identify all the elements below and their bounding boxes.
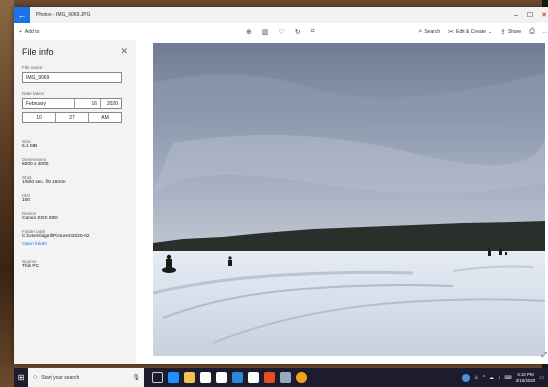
- minute-select[interactable]: 27: [56, 113, 89, 122]
- volume-icon[interactable]: ♪: [498, 375, 501, 381]
- chevron-down-icon: ⌄: [487, 28, 492, 35]
- office-icon[interactable]: [264, 372, 275, 383]
- store-icon[interactable]: [200, 372, 211, 383]
- clock-date: 2/16/2020: [515, 377, 536, 383]
- add-to-label: Add to: [24, 28, 40, 35]
- dimensions-value: 6000 x 4000: [22, 162, 49, 167]
- file-info-panel: File info ✕ File name IMG_9069 Date take…: [14, 40, 136, 364]
- photos-window: ← Photos - IMG_9069.JPG – ☐ ✕ + Add to ⊕…: [14, 7, 548, 364]
- shot-value: 1/500 sec. f/9 18mm: [22, 180, 66, 185]
- crop-icon[interactable]: ⌗: [311, 28, 315, 36]
- panel-header: File info ✕: [22, 46, 128, 57]
- task-view-icon[interactable]: [152, 372, 163, 383]
- back-arrow-icon: ←: [17, 10, 27, 20]
- edit-create-label: Edit & Create: [456, 28, 486, 35]
- notification-icon[interactable]: ▭: [539, 375, 544, 381]
- date-taken-section: Date taken February 16 2020 10 27 AM: [22, 91, 128, 123]
- delete-icon[interactable]: ▥: [262, 28, 269, 36]
- window-controls: – ☐ ✕: [509, 7, 548, 23]
- back-button[interactable]: ←: [14, 7, 30, 23]
- taskbar-search-placeholder: Start your search: [41, 374, 80, 381]
- view-tools: ⊕ ▥ ♡ ↻ ⌗: [246, 23, 315, 40]
- desktop-background: [0, 0, 14, 387]
- action-tools: ⌕ Search ✂ Edit & Create ⌄ ⇪ Share ⎙ ...: [418, 23, 547, 40]
- app-icon[interactable]: [232, 372, 243, 383]
- year-select[interactable]: 2020: [101, 99, 121, 108]
- start-button[interactable]: ⊞: [14, 368, 28, 387]
- microphone-icon[interactable]: 🎙: [132, 374, 140, 381]
- chevron-up-icon[interactable]: ^: [483, 375, 485, 381]
- people-icon[interactable]: ♙: [474, 375, 478, 381]
- keyboard-icon[interactable]: ⌨: [505, 375, 512, 381]
- close-button[interactable]: ✕: [537, 7, 548, 23]
- windows-logo-icon: ⊞: [17, 373, 25, 382]
- day-select[interactable]: 16: [75, 99, 101, 108]
- search-button[interactable]: ⌕ Search: [418, 28, 440, 36]
- minimize-button[interactable]: –: [509, 7, 523, 23]
- size-section: Size 5.1 MB: [22, 139, 128, 149]
- taskbar-search[interactable]: ○ Start your search 🎙: [28, 368, 144, 387]
- folder-section: Folder path C:\Users\sjpril\Pictures\202…: [22, 229, 128, 247]
- firefox-icon[interactable]: [296, 372, 307, 383]
- size-value: 5.1 MB: [22, 144, 38, 149]
- document-icon[interactable]: [248, 372, 259, 383]
- device-value: Canon EOS 80D: [22, 216, 58, 221]
- date-taken-label: Date taken: [22, 91, 45, 96]
- network-icon[interactable]: ☁: [489, 375, 494, 381]
- taskbar: ⊞ ○ Start your search 🎙 ♙ ^ ☁ ♪ ⌨ 6:10 P…: [14, 368, 548, 387]
- hour-select[interactable]: 10: [23, 113, 56, 122]
- panel-title: File info: [22, 46, 54, 57]
- edit-icon: ✂: [448, 28, 455, 36]
- print-icon[interactable]: ⎙: [529, 28, 535, 36]
- command-bar: + Add to ⊕ ▥ ♡ ↻ ⌗ ⌕ Search ✂ Edit & Creat…: [14, 23, 548, 40]
- edge-icon[interactable]: [168, 372, 179, 383]
- zoom-icon[interactable]: ⊕: [246, 28, 252, 36]
- photos-icon[interactable]: [280, 372, 291, 383]
- edit-create-button[interactable]: ✂ Edit & Create ⌄: [448, 28, 492, 36]
- favorite-icon[interactable]: ♡: [279, 28, 285, 36]
- share-icon: ⇪: [500, 28, 506, 36]
- folder-value: C:\Users\sjpril\Pictures\2020-02: [22, 234, 90, 239]
- expand-icon[interactable]: ⤢: [541, 352, 547, 360]
- file-explorer-icon[interactable]: [184, 372, 195, 383]
- clock[interactable]: 6:10 PM 2/16/2020: [516, 372, 536, 384]
- search-icon: ⌕: [418, 27, 423, 35]
- close-icon[interactable]: ✕: [120, 46, 128, 57]
- photo-viewer[interactable]: [153, 43, 545, 356]
- iso-section: ISO 100: [22, 193, 128, 203]
- taskbar-apps: [152, 372, 307, 383]
- mail-icon[interactable]: [216, 372, 227, 383]
- file-name-field[interactable]: IMG_9069: [22, 72, 122, 83]
- ampm-select[interactable]: AM: [89, 113, 121, 122]
- date-picker[interactable]: February 16 2020: [22, 98, 122, 109]
- more-button[interactable]: ...: [543, 29, 547, 35]
- rotate-icon[interactable]: ↻: [295, 28, 301, 36]
- title-bar: ← Photos - IMG_9069.JPG – ☐ ✕: [14, 7, 548, 23]
- source-section: Source This PC: [22, 259, 128, 269]
- snow-field-photo: [153, 43, 545, 356]
- share-label: Share: [507, 28, 522, 35]
- share-button[interactable]: ⇪ Share: [500, 28, 521, 36]
- plus-icon: +: [19, 28, 22, 35]
- search-label: Search: [424, 28, 441, 35]
- time-picker[interactable]: 10 27 AM: [22, 112, 122, 123]
- dimensions-section: Dimensions 6000 x 4000: [22, 157, 128, 167]
- file-name-label: File name: [22, 65, 43, 70]
- file-name-section: File name IMG_9069: [22, 65, 128, 83]
- add-to-button[interactable]: + Add to: [19, 29, 39, 35]
- source-value: This PC: [22, 264, 40, 269]
- search-circle-icon: ○: [33, 374, 38, 381]
- open-folder-link[interactable]: Open folder: [22, 242, 128, 247]
- device-section: Device Canon EOS 80D: [22, 211, 128, 221]
- shot-section: Shot 1/500 sec. f/9 18mm: [22, 175, 128, 185]
- iso-value: 100: [22, 198, 31, 203]
- tray-app-icon[interactable]: [462, 373, 471, 382]
- month-select[interactable]: February: [23, 99, 75, 108]
- maximize-button[interactable]: ☐: [523, 7, 537, 23]
- window-title: Photos - IMG_9069.JPG: [36, 12, 91, 18]
- system-tray: ♙ ^ ☁ ♪ ⌨ 6:10 PM 2/16/2020 ▭: [462, 372, 548, 384]
